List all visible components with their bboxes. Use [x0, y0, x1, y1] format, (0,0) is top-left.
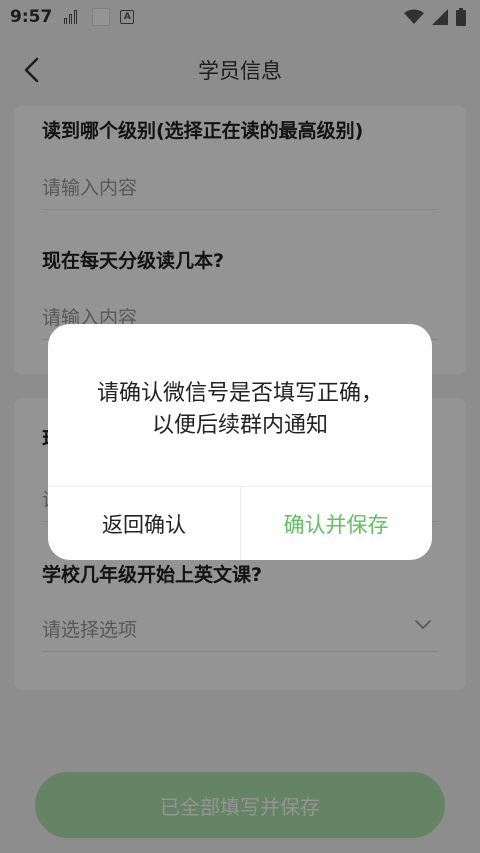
return-confirm-label: 返回确认 [102, 512, 186, 537]
confirm-dialog: 请确认微信号是否填写正确， 以便后续群内通知 返回确认 确认并保存 [48, 324, 432, 560]
dialog-message: 请确认微信号是否填写正确， 以便后续群内通知 [96, 381, 383, 438]
confirm-save-label: 确认并保存 [283, 512, 389, 537]
confirm-save-button[interactable]: 确认并保存 [240, 487, 432, 560]
return-confirm-button[interactable]: 返回确认 [48, 487, 240, 560]
